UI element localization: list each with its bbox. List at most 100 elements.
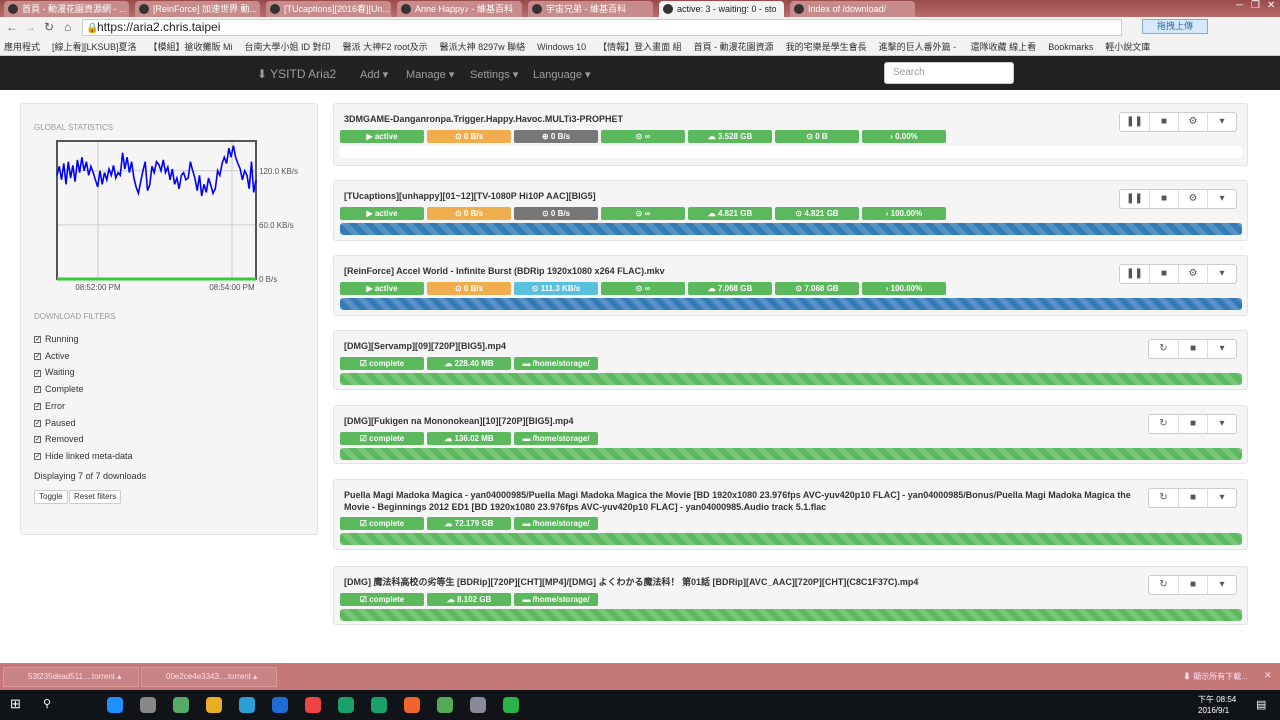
bookmark-item[interactable]: [線上看][LKSUB]夏洛 — [52, 42, 137, 52]
menu-add[interactable]: Add ▾ — [360, 68, 388, 81]
reset-filters-button[interactable]: Reset filters — [69, 490, 122, 504]
more-button[interactable]: ▾ — [1207, 265, 1236, 283]
download-name[interactable]: [DMG][Fukigen na Mononokean][10][720P][B… — [344, 415, 1144, 427]
pause-button[interactable]: ❚❚ — [1120, 265, 1149, 283]
bookmark-item[interactable]: Windows 10 — [537, 42, 586, 52]
maximize-button[interactable]: ❐ — [1251, 0, 1260, 11]
bookmark-item[interactable]: 輕小說文庫 — [1105, 42, 1150, 52]
more-button[interactable]: ▾ — [1207, 489, 1236, 507]
bookmark-item[interactable]: Bookmarks — [1048, 42, 1093, 52]
taskbar-app-icon[interactable] — [272, 697, 288, 713]
stop-button[interactable]: ■ — [1149, 190, 1178, 208]
clock-date[interactable]: 2016/9/1 — [1198, 706, 1229, 715]
more-button[interactable]: ▾ — [1207, 113, 1236, 131]
download-name[interactable]: Puella Magi Madoka Magica - yan04000985/… — [344, 489, 1144, 513]
settings-button[interactable]: ⚙ — [1178, 113, 1207, 131]
taskbar-app-icon[interactable] — [371, 697, 387, 713]
download-name[interactable]: [DMG][Servamp][09][720P][BIG5].mp4 — [344, 340, 1144, 352]
menu-language[interactable]: Language ▾ — [533, 68, 591, 81]
minimize-button[interactable]: ─ — [1236, 0, 1243, 11]
restart-button[interactable]: ↻ — [1149, 576, 1178, 594]
taskbar-app-icon[interactable] — [173, 697, 189, 713]
url-input[interactable]: 🔒 https://aria2.chris.taipei — [82, 19, 1122, 36]
taskbar-app-icon[interactable] — [338, 697, 354, 713]
taskbar-app-icon[interactable] — [503, 697, 519, 713]
restart-button[interactable]: ↻ — [1149, 415, 1178, 433]
stop-button[interactable]: ■ — [1178, 340, 1207, 358]
download-item[interactable]: 00e2ce4e3343....torrent ▴ — [141, 667, 277, 687]
stop-button[interactable]: ■ — [1149, 265, 1178, 283]
upload-extension-button[interactable]: 拖拽上傳 — [1142, 19, 1208, 34]
download-item-active: [TUcaptions][unhappy][01~12][TV-1080P Hi… — [333, 180, 1248, 241]
pause-button[interactable]: ❚❚ — [1120, 190, 1149, 208]
browser-tab[interactable]: [TUcaptions][2016春][Un... — [266, 1, 391, 17]
stop-button[interactable]: ■ — [1178, 489, 1207, 507]
clock-time[interactable]: 下午 08:54 — [1198, 694, 1236, 705]
search-input[interactable]: Search — [884, 62, 1014, 84]
notifications-icon[interactable]: ▤ — [1256, 698, 1266, 711]
taskbar-app-icon[interactable] — [305, 697, 321, 713]
taskbar-app-icon[interactable] — [470, 697, 486, 713]
bookmark-item[interactable]: 【模組】搶收攤販 Mi — [149, 42, 233, 52]
filter-checkbox-removed[interactable]: ✓ Removed — [34, 434, 84, 444]
bookmark-item[interactable]: 應用程式 — [4, 42, 40, 52]
more-button[interactable]: ▾ — [1207, 576, 1236, 594]
stop-button[interactable]: ■ — [1178, 415, 1207, 433]
taskbar-app-icon[interactable] — [239, 697, 255, 713]
toggle-button[interactable]: Toggle — [34, 490, 68, 504]
stop-button[interactable]: ■ — [1149, 113, 1178, 131]
browser-tab[interactable]: 宇宙兄弟 - 維基百科 — [528, 1, 653, 17]
settings-button[interactable]: ⚙ — [1178, 265, 1207, 283]
more-button[interactable]: ▾ — [1207, 415, 1236, 433]
bookmark-item[interactable]: 首頁 - 動漫花園資源 — [694, 42, 774, 52]
bookmark-item[interactable]: 還隊收藏 線上看 — [971, 42, 1037, 52]
bookmark-item[interactable]: 我的宅樂是學生會長 — [786, 42, 867, 52]
filter-checkbox-running[interactable]: ✓ Running — [34, 334, 79, 344]
bookmark-item[interactable]: 台南大學小姐 ID 對印 — [245, 42, 331, 52]
download-name[interactable]: [TUcaptions][unhappy][01~12][TV-1080P Hi… — [344, 190, 1144, 202]
filter-checkbox-active[interactable]: ✓ Active — [34, 351, 70, 361]
bookmark-item[interactable]: 醫派大神 8297w 聯絡 — [440, 42, 526, 52]
download-name[interactable]: [ReinForce] Accel World - Infinite Burst… — [344, 265, 1144, 277]
back-icon[interactable]: ← — [6, 20, 18, 34]
close-shelf-icon[interactable]: ✕ — [1264, 670, 1272, 681]
search-icon[interactable]: ⚲ — [43, 697, 51, 710]
reload-icon[interactable]: ↻ — [44, 20, 54, 34]
more-button[interactable]: ▾ — [1207, 340, 1236, 358]
stop-button[interactable]: ■ — [1178, 576, 1207, 594]
menu-manage[interactable]: Manage ▾ — [406, 68, 454, 81]
filter-checkbox-hide-linked-meta-data[interactable]: ✓ Hide linked meta-data — [34, 451, 133, 461]
filter-checkbox-error[interactable]: ✓ Error — [34, 401, 65, 411]
windows-start-icon[interactable]: ⊞ — [10, 696, 21, 712]
restart-button[interactable]: ↻ — [1149, 340, 1178, 358]
restart-button[interactable]: ↻ — [1149, 489, 1178, 507]
download-name[interactable]: [DMG] 魔法科高校の劣等生 [BDRip][720P][CHT][MP4]/… — [344, 576, 1144, 588]
browser-tab[interactable]: Index of /download/ — [790, 1, 915, 17]
filter-checkbox-waiting[interactable]: ✓ Waiting — [34, 367, 75, 377]
taskbar-app-icon[interactable] — [107, 697, 123, 713]
bookmark-item[interactable]: 【情報】登入畫面 組 — [598, 42, 682, 52]
home-icon[interactable]: ⌂ — [64, 20, 71, 34]
taskbar-app-icon[interactable] — [206, 697, 222, 713]
filter-checkbox-paused[interactable]: ✓ Paused — [34, 418, 76, 428]
bookmark-item[interactable]: 進擊的巨人番外篇 - — [879, 42, 959, 52]
show-all-downloads-link[interactable]: ⬇ 顯示所有下載... — [1183, 671, 1248, 682]
bookmark-item[interactable]: 醫派 大神F2 root及示 — [343, 42, 428, 52]
browser-tab[interactable]: 首頁 - 動漫花園資源網 - ... — [4, 1, 129, 17]
browser-tab[interactable]: [ReinForce] 加速世界 動... — [135, 1, 260, 17]
pause-button[interactable]: ❚❚ — [1120, 113, 1149, 131]
menu-settings[interactable]: Settings ▾ — [470, 68, 518, 81]
taskbar-app-icon[interactable] — [140, 697, 156, 713]
close-window-button[interactable]: ✕ — [1267, 0, 1275, 11]
download-name[interactable]: 3DMGAME-Danganronpa.Trigger.Happy.Havoc.… — [344, 113, 1144, 125]
more-button[interactable]: ▾ — [1207, 190, 1236, 208]
taskbar-app-icon[interactable] — [404, 697, 420, 713]
filter-checkbox-complete[interactable]: ✓ Complete — [34, 384, 84, 394]
forward-icon[interactable]: → — [24, 20, 36, 34]
taskbar-app-icon[interactable] — [437, 697, 453, 713]
brand[interactable]: ⬇ YSITD Aria2 — [257, 67, 336, 81]
download-item[interactable]: 53f235dead511....torrent ▴ — [3, 667, 139, 687]
settings-button[interactable]: ⚙ — [1178, 190, 1207, 208]
browser-tab[interactable]: Anne Happy♪ - 維基百科 — [397, 1, 522, 17]
browser-tab[interactable]: active: 3 - waiting: 0 - sto — [659, 1, 784, 17]
